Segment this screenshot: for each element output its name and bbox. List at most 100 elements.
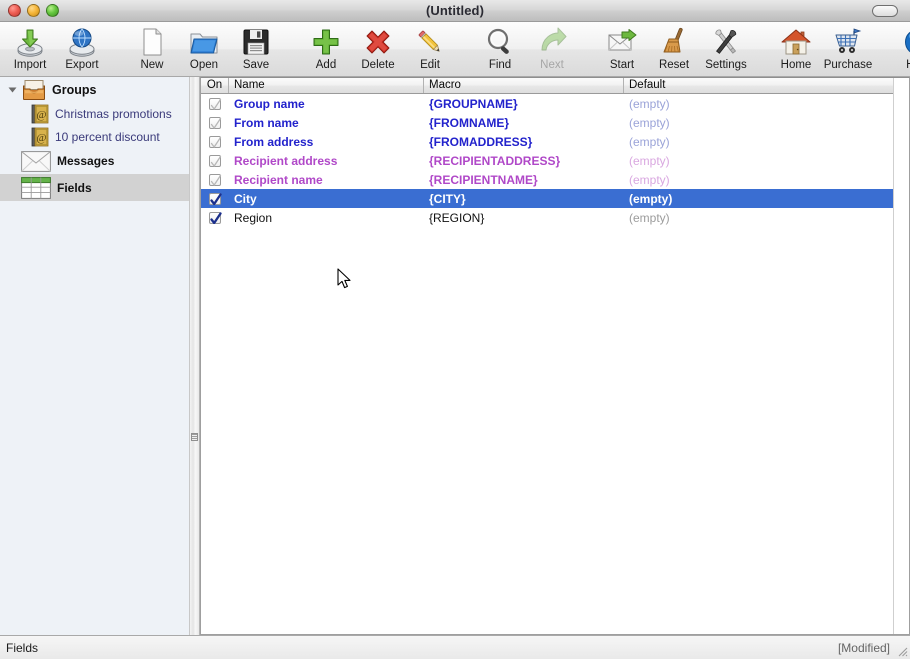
toolbar-button-settings[interactable]: Settings [700, 22, 752, 71]
toolbar-label-edit: Edit [404, 59, 456, 71]
cell-macro: {RECIPIENTNAME} [424, 173, 624, 187]
toolbar-group-search: Find Next [474, 22, 578, 71]
delete-cross-icon [352, 26, 404, 58]
row-enabled-checkbox[interactable] [201, 136, 229, 148]
column-header-macro[interactable]: Macro [424, 78, 624, 93]
toolbar-label-add: Add [300, 59, 352, 71]
toolbar-label-delete: Delete [352, 59, 404, 71]
toolbar-group-document: New Open [126, 22, 282, 71]
table-row[interactable]: From address{FROMADDRESS}(empty) [201, 132, 909, 151]
toolbar-group-actions: Start Reset [596, 22, 752, 71]
toolbar-label-home: Home [770, 59, 822, 71]
splitter-grip[interactable] [191, 433, 198, 441]
title-bar: (Untitled) [0, 0, 910, 22]
toolbar-button-open[interactable]: Open [178, 22, 230, 71]
toolbar-group-edit: Add Delete [300, 22, 456, 71]
column-header-on[interactable]: On [201, 78, 229, 93]
cell-name: Recipient name [229, 173, 424, 187]
next-arrow-icon [526, 26, 578, 58]
table-vertical-scrollbar[interactable] [893, 78, 909, 634]
table-row[interactable]: City{CITY}(empty) [201, 189, 909, 208]
checkbox-checked[interactable] [209, 136, 221, 148]
table-row[interactable]: Recipient address{RECIPIENTADDRESS}(empt… [201, 151, 909, 170]
sidebar-item-christmas-promotions[interactable]: @ Christmas promotions [0, 102, 189, 125]
toolbar-button-purchase[interactable]: Purchase [822, 22, 874, 71]
toolbar-button-next[interactable]: Next [526, 22, 578, 71]
add-plus-icon [300, 26, 352, 58]
cell-macro: {REGION} [424, 211, 624, 225]
toolbar-button-home[interactable]: Home [770, 22, 822, 71]
status-bar: Fields [Modified] [0, 635, 910, 659]
address-book-icon: @ [30, 127, 50, 147]
start-envelope-icon [596, 26, 648, 58]
sidebar-item-fields[interactable]: Fields [0, 174, 189, 201]
sidebar-item-groups[interactable]: Groups [0, 77, 189, 102]
toolbar-button-export[interactable]: Export [56, 22, 108, 71]
toolbar-button-edit[interactable]: Edit [404, 22, 456, 71]
fields-table: On Name Macro Default Group name{GROUPNA… [200, 77, 910, 635]
toolbar-button-new[interactable]: New [126, 22, 178, 71]
row-enabled-checkbox[interactable] [201, 155, 229, 167]
sidebar-item-messages[interactable]: Messages [0, 148, 189, 174]
sidebar-item-10-percent-discount[interactable]: @ 10 percent discount [0, 125, 189, 148]
checkbox-checked[interactable] [209, 98, 221, 110]
toolbar-button-find[interactable]: Find [474, 22, 526, 71]
toolbar-label-new: New [126, 59, 178, 71]
main-toolbar: Import Export [0, 22, 910, 77]
column-header-default[interactable]: Default [624, 78, 909, 93]
svg-text:@: @ [36, 132, 46, 144]
toolbar-group-help: ? Help [892, 22, 910, 71]
row-enabled-checkbox[interactable] [201, 98, 229, 110]
cell-default: (empty) [624, 173, 909, 187]
find-magnifier-icon [474, 26, 526, 58]
purchase-cart-icon [822, 26, 874, 58]
cell-macro: {FROMADDRESS} [424, 135, 624, 149]
cell-name: Recipient address [229, 154, 424, 168]
sidebar: Groups @ Christmas promotions [0, 77, 190, 635]
row-enabled-checkbox[interactable] [201, 117, 229, 129]
column-header-name[interactable]: Name [229, 78, 424, 93]
toolbar-button-help[interactable]: ? Help [892, 22, 910, 71]
import-drive-icon [4, 26, 56, 58]
checkbox-checked[interactable] [209, 174, 221, 186]
table-row[interactable]: Region{REGION}(empty) [201, 208, 909, 227]
new-document-icon [126, 26, 178, 58]
toolbar-label-import: Import [4, 59, 56, 71]
chevron-down-icon[interactable] [6, 83, 19, 96]
cell-name: Region [229, 211, 424, 225]
resize-grip-icon[interactable] [894, 643, 908, 657]
toolbar-button-import[interactable]: Import [4, 22, 56, 71]
toolbar-label-find: Find [474, 59, 526, 71]
sidebar-splitter[interactable] [190, 77, 200, 635]
toolbar-button-start[interactable]: Start [596, 22, 648, 71]
toolbar-button-reset[interactable]: Reset [648, 22, 700, 71]
row-enabled-checkbox[interactable] [201, 212, 229, 224]
row-enabled-checkbox[interactable] [201, 174, 229, 186]
toolbar-button-add[interactable]: Add [300, 22, 352, 71]
export-globe-icon [56, 26, 108, 58]
window-title: (Untitled) [0, 3, 910, 18]
cell-default: (empty) [624, 97, 909, 111]
toolbar-toggle-button[interactable] [872, 5, 898, 17]
cell-default: (empty) [624, 192, 909, 206]
table-row[interactable]: Recipient name{RECIPIENTNAME}(empty) [201, 170, 909, 189]
toolbar-group-file-transfer: Import Export [4, 22, 108, 71]
checkbox-checked[interactable] [209, 117, 221, 129]
edit-pencil-icon [404, 26, 456, 58]
checkbox-checked[interactable] [209, 212, 221, 224]
status-left-text: Fields [6, 641, 38, 655]
checkbox-checked[interactable] [209, 193, 221, 205]
svg-text:@: @ [36, 109, 46, 121]
sidebar-label-fields: Fields [57, 181, 92, 195]
table-row[interactable]: Group name{GROUPNAME}(empty) [201, 94, 909, 113]
toolbar-label-reset: Reset [648, 59, 700, 71]
cell-macro: {CITY} [424, 192, 624, 206]
toolbar-label-save: Save [230, 59, 282, 71]
app-window: (Untitled) Import [0, 0, 910, 660]
help-question-icon: ? [892, 26, 910, 58]
toolbar-button-delete[interactable]: Delete [352, 22, 404, 71]
row-enabled-checkbox[interactable] [201, 193, 229, 205]
table-row[interactable]: From name{FROMNAME}(empty) [201, 113, 909, 132]
toolbar-button-save[interactable]: Save [230, 22, 282, 71]
checkbox-checked[interactable] [209, 155, 221, 167]
